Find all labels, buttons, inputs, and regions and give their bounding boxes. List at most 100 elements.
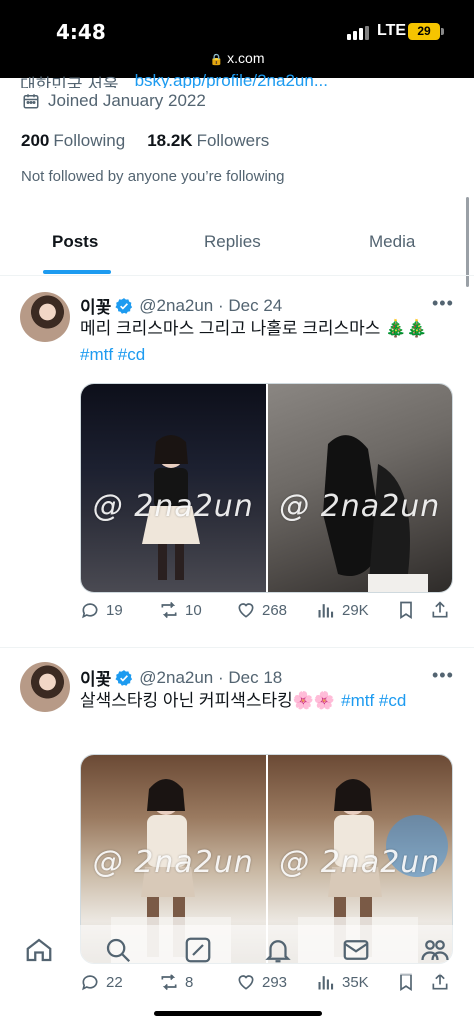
bookmark-button[interactable] (396, 600, 416, 620)
share-icon (432, 601, 448, 618)
tweet-header: 이꽃 @2na2un · Dec 24 (80, 293, 282, 318)
views-count: 35K (342, 973, 369, 991)
tweet-hashtags[interactable]: #mtf #cd (341, 688, 406, 714)
followers-link[interactable]: 18.2K Followers (147, 131, 269, 151)
follow-stats: 200 Following 18.2K Followers (21, 131, 269, 151)
tab-replies[interactable]: Replies (204, 232, 261, 252)
dot-separator: · (213, 295, 229, 315)
watermark-text: @ 2na2un (279, 845, 441, 880)
bookmark-icon (400, 973, 412, 992)
communities-icon (421, 940, 449, 961)
dot-separator: · (213, 667, 229, 687)
reply-button[interactable]: 22 (80, 972, 123, 992)
share-button[interactable] (430, 600, 450, 620)
more-options-icon[interactable]: ••• (432, 665, 454, 686)
status-time: 4:48 (56, 20, 106, 44)
like-count: 268 (262, 601, 288, 619)
tab-posts[interactable]: Posts (52, 232, 98, 252)
lock-icon: 🔒 (209, 54, 224, 66)
repost-icon (161, 601, 177, 619)
tweet-hashtags[interactable]: #mtf #cd (80, 342, 460, 368)
location-text: 대한민국 서울 (20, 76, 119, 88)
heart-icon (238, 603, 254, 618)
profile-meta-row: 대한민국 서울 bsky.app/profile/2na2un... (20, 68, 420, 88)
tweet-header: 이꽃 @2na2un · Dec 18 (80, 665, 282, 690)
author-name[interactable]: 이꽃 (80, 293, 111, 318)
heart-icon (238, 975, 254, 990)
address-bar[interactable]: 🔒 x.com (0, 50, 474, 66)
website-link[interactable]: bsky.app/profile/2na2un... (135, 71, 328, 88)
tweet-handle[interactable]: @2na2un (139, 296, 213, 316)
nav-notifications[interactable] (263, 935, 293, 965)
nav-home[interactable] (24, 935, 54, 965)
bookmark-icon (400, 601, 412, 620)
like-button[interactable]: 268 (236, 600, 287, 620)
views-chart-icon (318, 604, 334, 618)
repost-icon (161, 973, 177, 991)
tweet-text: 살색스타킹 아닌 커피색스타킹🌸🌸 #mtf #cd (80, 688, 460, 714)
followers-count: 18.2K (147, 131, 193, 150)
joined-date: Joined January 2022 (22, 91, 206, 111)
network-label: LTE (377, 22, 407, 39)
not-followed-text: Not followed by anyone you’re following (21, 168, 285, 185)
views-button[interactable]: 29K (316, 600, 369, 620)
search-icon (106, 938, 131, 963)
views-chart-icon (318, 976, 334, 990)
watermark-text: @ 2na2un (279, 489, 441, 524)
share-icon (432, 973, 448, 990)
following-link[interactable]: 200 Following (21, 131, 125, 151)
repost-count: 8 (185, 973, 194, 991)
tweet-media[interactable]: @ 2na2un @ 2na2un (80, 383, 453, 593)
views-count: 29K (342, 601, 369, 619)
nav-grok[interactable] (183, 935, 213, 965)
home-icon (26, 938, 52, 962)
reply-count: 19 (106, 601, 123, 619)
tweet-date[interactable]: Dec 18 (228, 668, 282, 688)
media-photo[interactable]: @ 2na2un (81, 384, 266, 592)
grok-icon (185, 937, 211, 963)
author-name[interactable]: 이꽃 (80, 665, 111, 690)
nav-communities[interactable] (420, 935, 450, 965)
reply-count: 22 (106, 973, 123, 991)
views-button[interactable]: 35K (316, 972, 369, 992)
home-indicator (154, 1011, 322, 1016)
avatar[interactable] (20, 662, 70, 712)
repost-button[interactable]: 10 (159, 600, 202, 620)
nav-messages[interactable] (341, 935, 371, 965)
followers-label: Followers (196, 131, 270, 150)
reply-icon (82, 603, 98, 619)
more-options-icon[interactable]: ••• (432, 293, 454, 314)
like-count: 293 (262, 973, 288, 991)
tweet-date[interactable]: Dec 24 (228, 296, 282, 316)
tab-media[interactable]: Media (369, 232, 415, 252)
bookmark-button[interactable] (396, 972, 416, 992)
mail-icon (343, 940, 369, 960)
watermark-text: @ 2na2un (92, 845, 254, 880)
verified-badge-icon (115, 669, 133, 686)
nav-search[interactable] (103, 935, 133, 965)
reply-button[interactable]: 19 (80, 600, 123, 620)
tweet[interactable]: 이꽃 @2na2un · Dec 24 ••• 메리 크리스마스 그리고 나홀로… (0, 276, 474, 648)
media-photo[interactable]: @ 2na2un (267, 384, 452, 592)
calendar-icon (23, 94, 39, 109)
verified-badge-icon (115, 297, 133, 314)
repost-button[interactable]: 8 (159, 972, 193, 992)
tweet-handle[interactable]: @2na2un (139, 668, 213, 688)
signal-icon (347, 26, 369, 40)
status-bar: 4:48 LTE 29 🔒 x.com (0, 0, 474, 78)
avatar[interactable] (20, 292, 70, 342)
following-count: 200 (21, 131, 50, 150)
tweet-body: 살색스타킹 아닌 커피색스타킹🌸🌸 (80, 691, 336, 710)
tweet-body: 메리 크리스마스 그리고 나홀로 크리스마스 🎄🎄 (80, 319, 428, 338)
joined-text: Joined January 2022 (48, 91, 206, 110)
battery-tip (441, 28, 444, 35)
profile-tabs: Posts Replies Media (0, 218, 474, 276)
bottom-nav (0, 925, 474, 975)
like-button[interactable]: 293 (236, 972, 287, 992)
reply-icon (82, 975, 98, 991)
bell-icon (265, 940, 291, 963)
battery-icon: 29 (408, 23, 440, 40)
url-text: x.com (227, 50, 265, 66)
share-button[interactable] (430, 972, 450, 992)
repost-count: 10 (185, 601, 202, 619)
